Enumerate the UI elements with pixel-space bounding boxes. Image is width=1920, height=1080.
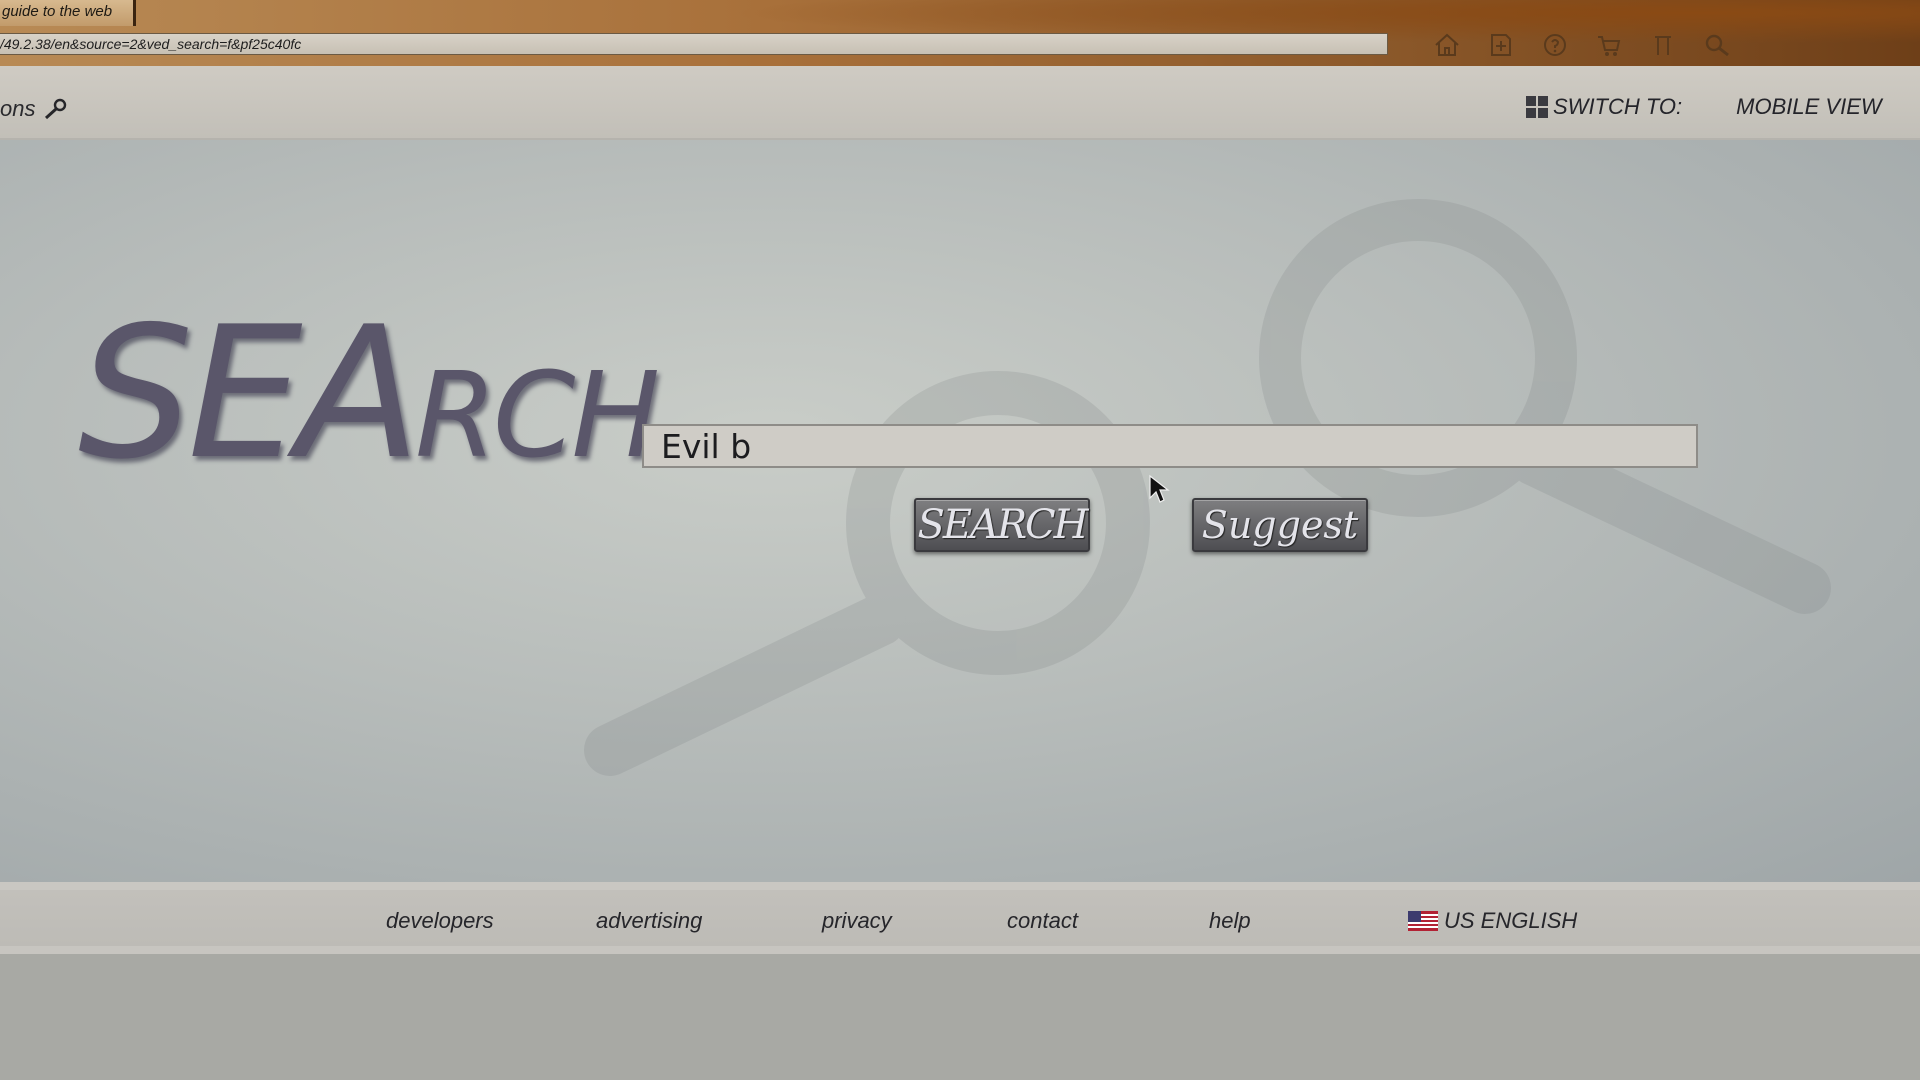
cart-icon[interactable] bbox=[1592, 30, 1626, 60]
logo-letters-rch: RCH bbox=[415, 346, 660, 484]
footer-link-privacy[interactable]: privacy bbox=[822, 908, 892, 934]
tools-icon[interactable] bbox=[1646, 30, 1680, 60]
tab-title: guide to the web bbox=[2, 3, 113, 20]
browser-toolbar bbox=[1430, 30, 1734, 60]
mouse-cursor-icon bbox=[1149, 474, 1170, 503]
wrench-icon bbox=[45, 98, 67, 120]
switch-to-label: SWITCH TO: bbox=[1553, 94, 1683, 119]
footer-links: developers advertising privacy contact h… bbox=[0, 908, 1920, 938]
language-label: US ENGLISH bbox=[1444, 908, 1578, 933]
search-input[interactable] bbox=[642, 424, 1698, 468]
footer-link-help[interactable]: help bbox=[1209, 908, 1251, 934]
footer-link-developers[interactable]: developers bbox=[386, 908, 494, 934]
browser-chrome: guide to the web /49.2.38/en&source=2&ve… bbox=[0, 0, 1920, 66]
language-selector[interactable]: US ENGLISH bbox=[1408, 908, 1577, 934]
footer-link-advertising[interactable]: advertising bbox=[596, 908, 702, 934]
options-link[interactable]: ons bbox=[0, 96, 69, 122]
logo-letter-s: S bbox=[78, 287, 194, 499]
help-icon[interactable] bbox=[1538, 30, 1572, 60]
bookmark-icon[interactable] bbox=[1484, 30, 1518, 60]
home-icon[interactable] bbox=[1430, 30, 1464, 60]
site-header: ons SWITCH TO: MOBILE VIEW TA bbox=[0, 66, 1920, 140]
logo-letter-a: A bbox=[296, 287, 421, 499]
page-bottom bbox=[0, 954, 1920, 1080]
search-icon[interactable] bbox=[1700, 30, 1734, 60]
logo-letter-e: E bbox=[187, 287, 303, 499]
suggest-button[interactable]: Suggest bbox=[1192, 498, 1368, 552]
search-button-label: SEARCH bbox=[917, 502, 1088, 548]
mobile-view-link[interactable]: MOBILE VIEW bbox=[1736, 94, 1881, 120]
search-logo: SEARCH bbox=[78, 302, 660, 484]
view-switcher: SWITCH TO: MOBILE VIEW TA bbox=[1526, 94, 1920, 120]
search-button[interactable]: SEARCH bbox=[914, 498, 1090, 552]
options-label: ons bbox=[0, 96, 36, 121]
grid-icon bbox=[1526, 96, 1548, 118]
footer-link-contact[interactable]: contact bbox=[1007, 908, 1078, 934]
address-bar[interactable]: /49.2.38/en&source=2&ved_search=f&pf25c4… bbox=[0, 33, 1388, 55]
url-text: /49.2.38/en&source=2&ved_search=f&pf25c4… bbox=[0, 36, 302, 52]
search-hero: SEARCH SEARCH Suggest bbox=[0, 140, 1920, 882]
footer: developers advertising privacy contact h… bbox=[0, 882, 1920, 954]
suggest-button-label: Suggest bbox=[1201, 503, 1359, 547]
us-flag-icon bbox=[1408, 911, 1438, 931]
browser-tab[interactable]: guide to the web bbox=[0, 0, 136, 26]
